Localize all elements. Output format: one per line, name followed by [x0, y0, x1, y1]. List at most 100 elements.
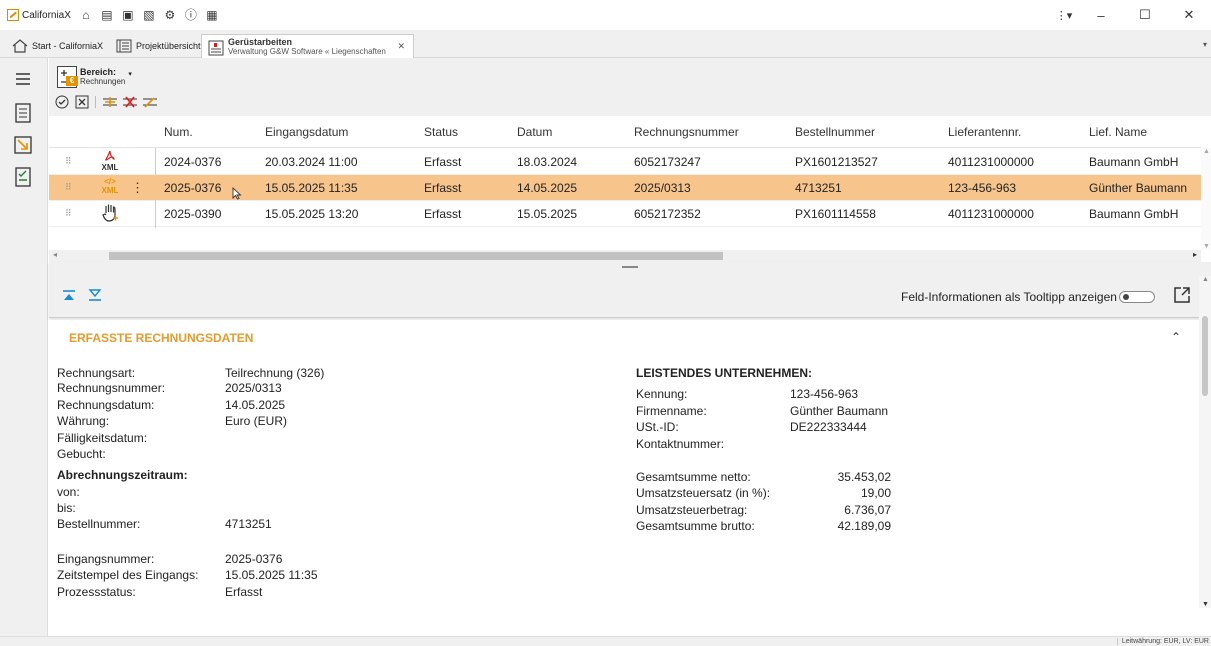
file-type-label: XML	[101, 163, 119, 172]
steuersatz-label: Umsatzsteuersatz (in %):	[636, 486, 771, 500]
column-header[interactable]: Bestellnummer	[795, 125, 875, 139]
splitter-handle[interactable]	[622, 266, 638, 268]
tabs-dropdown-icon[interactable]: ▾	[1203, 40, 1207, 49]
scroll-left-icon[interactable]: ◂	[53, 250, 57, 259]
app-title: CaliforniaX	[22, 9, 71, 21]
cell-lief-name: Baumann GmbH	[1089, 155, 1179, 169]
column-header[interactable]: Rechnungsnummer	[634, 125, 739, 139]
zeitstempel-value: 15.05.2025 11:35	[225, 568, 318, 582]
tab-geruestarbeiten[interactable]: Gerüstarbeiten Verwaltung G&W Software «…	[201, 34, 414, 58]
navigate-first-icon[interactable]	[61, 288, 77, 302]
notes-icon[interactable]: ▦	[206, 9, 218, 21]
gear-icon[interactable]: ⚙	[164, 9, 176, 21]
faelligkeitsdatum-label: Fälligkeitsdatum:	[57, 431, 148, 445]
scroll-down-icon[interactable]: ▼	[1203, 243, 1210, 250]
column-header[interactable]: Num.	[164, 125, 193, 139]
scrollbar-thumb[interactable]	[109, 252, 723, 260]
title-bar: CaliforniaX ⌂ ▤ ▣ ▧ ⚙ ⓘ ▦ ⋮▾ – ☐ ✕	[0, 0, 1211, 30]
cell-bestellnummer: PX1601114558	[795, 207, 876, 221]
navigate-last-icon[interactable]	[87, 288, 103, 302]
drag-handle-icon[interactable]: ⠿	[65, 182, 72, 193]
invoice-detail-panel: ERFASSTE RECHNUNGSDATEN ⌃ Rechnungsart: …	[49, 320, 1199, 636]
cell-bestellnummer: PX1601213527	[795, 155, 878, 169]
close-window-button[interactable]: ✕	[1167, 7, 1211, 23]
kontaktnummer-label: Kontaktnummer:	[636, 437, 725, 451]
cell-status: Erfasst	[424, 155, 462, 169]
waehrung-label: Währung:	[57, 414, 110, 428]
inbox-arrow-icon[interactable]	[12, 134, 34, 156]
drag-handle-icon[interactable]: ⠿	[65, 208, 72, 219]
detail-vertical-scrollbar[interactable]: ▲ ▼	[1199, 276, 1211, 608]
column-header[interactable]: Lieferantennr.	[948, 125, 1021, 139]
cell-rechnungsnummer: 6052173247	[634, 155, 701, 169]
app-logo-icon	[7, 9, 19, 21]
minimize-button[interactable]: –	[1079, 8, 1123, 23]
firmenname-label: Firmenname:	[636, 404, 707, 418]
cancel-box-icon[interactable]	[75, 95, 89, 109]
scroll-right-icon[interactable]: ▸	[1193, 250, 1197, 259]
document-icon	[208, 40, 224, 55]
bis-label: bis:	[57, 501, 76, 515]
column-header[interactable]: Datum	[517, 125, 552, 139]
close-tab-icon[interactable]: ✕	[397, 41, 405, 52]
bereich-label: Bereich:	[80, 67, 117, 77]
tab-title: Gerüstarbeiten	[228, 36, 293, 47]
cell-lief-name: Günther Baumann	[1089, 181, 1188, 195]
rechnungsnummer-label: Rechnungsnummer:	[57, 381, 166, 395]
scroll-up-icon[interactable]: ▲	[1202, 276, 1209, 283]
rechnungsart-label: Rechnungsart:	[57, 366, 136, 380]
left-sidebar	[0, 58, 48, 636]
cell-num: 2025-0376	[164, 181, 222, 195]
hamburger-menu-icon[interactable]	[12, 68, 34, 90]
cell-lief-name: Baumann GmbH	[1089, 207, 1179, 221]
folder-icon[interactable]: ▧	[143, 9, 155, 21]
checklist-icon[interactable]	[12, 166, 34, 188]
eingangsnummer-label: Eingangsnummer:	[57, 552, 155, 566]
status-bar: Leitwährung: EUR, LV: EUR	[0, 636, 1211, 646]
column-header[interactable]: Lief. Name	[1089, 125, 1147, 139]
bereich-value: Rechnungen	[80, 77, 126, 86]
table-row-selected[interactable]: ⠿ </> XML ⋮ 2025-0376 15.05.2025 11:35 E…	[49, 175, 1201, 201]
open-external-icon[interactable]	[1173, 286, 1191, 304]
column-header[interactable]: Eingangsdatum	[265, 125, 348, 139]
info-icon[interactable]: ⓘ	[185, 9, 197, 21]
code-label: </>	[104, 177, 116, 186]
table-header: Num. Eingangsdatum Status Datum Rechnung…	[49, 116, 1201, 148]
table-horizontal-scrollbar[interactable]: ◂ ▸	[49, 250, 1201, 262]
rechnungsart-value: Teilrechnung (326)	[225, 366, 325, 380]
scroll-up-icon[interactable]: ▲	[1203, 148, 1210, 155]
table-vertical-scrollbar[interactable]: ▲ ▼	[1201, 148, 1211, 250]
home-icon[interactable]: ⌂	[80, 9, 92, 21]
bestellnummer-label: Bestellnummer:	[57, 517, 141, 531]
list-icon[interactable]: ▤	[101, 9, 113, 21]
steuerbetrag-value: 6.736,07	[844, 503, 891, 517]
edit-filter-icon[interactable]	[142, 95, 157, 109]
document-list-icon[interactable]	[12, 102, 34, 124]
scroll-down-icon[interactable]: ▼	[1202, 601, 1209, 608]
manual-hand-icon	[101, 203, 119, 225]
contacts-icon[interactable]: ▣	[122, 9, 134, 21]
tab-projektuebersicht[interactable]: Projektübersicht	[116, 34, 201, 58]
bereich-selector[interactable]: € Bereich: Rechnungen ▾	[57, 66, 132, 88]
tooltip-toggle-switch[interactable]	[1119, 291, 1155, 303]
currency-status: Leitwährung: EUR, LV: EUR	[1116, 638, 1209, 645]
drag-handle-icon[interactable]: ⠿	[65, 156, 72, 167]
table-row[interactable]: ⠿ XML 2024-0376 20.03.2024 11:00 Erfasst…	[49, 149, 1201, 175]
remove-filter-icon[interactable]	[122, 95, 137, 109]
table-row[interactable]: ⠿ 2025-0390 15.05.2025 13:20 Erfasst 15.…	[49, 201, 1201, 227]
column-header[interactable]: Status	[424, 125, 458, 139]
scrollbar-thumb[interactable]	[1202, 316, 1208, 396]
options-menu-icon[interactable]: ⋮▾	[1049, 9, 1079, 22]
add-filter-icon[interactable]	[102, 95, 117, 109]
zeitstempel-label: Zeitstempel des Eingangs:	[57, 568, 199, 582]
row-menu-icon[interactable]: ⋮	[131, 180, 144, 196]
tooltip-toggle-label: Feld-Informationen als Tooltipp anzeigen	[901, 290, 1117, 304]
collapse-section-icon[interactable]: ⌃	[1171, 330, 1181, 344]
confirm-circle-icon[interactable]	[55, 95, 69, 109]
maximize-button[interactable]: ☐	[1123, 7, 1167, 23]
tab-start[interactable]: Start - CaliforniaX	[12, 34, 103, 58]
column-divider	[155, 148, 156, 228]
cell-lieferantennr: 4011231000000	[948, 207, 1034, 221]
home-icon	[12, 39, 28, 53]
chevron-down-icon[interactable]: ▾	[128, 70, 132, 78]
